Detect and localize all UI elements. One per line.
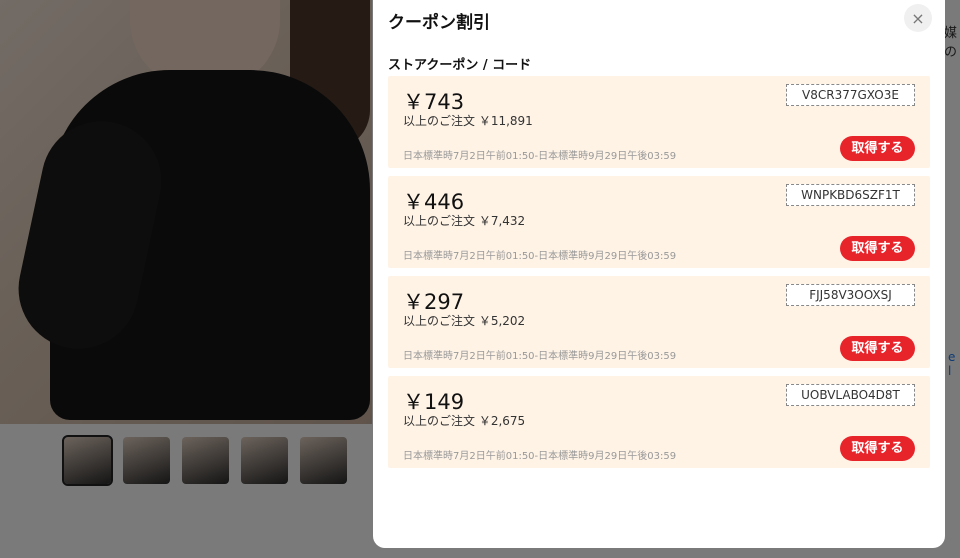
get-coupon-button[interactable]: 取得する [840, 336, 915, 361]
coupon-code[interactable]: UOBVLABO4D8T [786, 384, 915, 406]
coupon-validity: 日本標準時7月2日午前01:50-日本標準時9月29日午後03:59 [403, 151, 677, 162]
coupon-list: ￥743 以上のご注文 ￥11,891 日本標準時7月2日午前01:50-日本標… [388, 76, 930, 476]
coupon-card: ￥149 以上のご注文 ￥2,675 日本標準時7月2日午前01:50-日本標準… [388, 376, 930, 468]
coupon-condition: 以上のご注文 ￥2,675 [403, 414, 526, 428]
modal-title: クーポン割引 [388, 13, 490, 33]
get-coupon-button[interactable]: 取得する [840, 436, 915, 461]
coupon-validity: 日本標準時7月2日午前01:50-日本標準時9月29日午後03:59 [403, 351, 677, 362]
coupon-card: ￥297 以上のご注文 ￥5,202 日本標準時7月2日午前01:50-日本標準… [388, 276, 930, 368]
section-label: ストアクーポン / コード [388, 58, 532, 73]
coupon-condition: 以上のご注文 ￥5,202 [403, 314, 526, 328]
coupon-card: ￥446 以上のご注文 ￥7,432 日本標準時7月2日午前01:50-日本標準… [388, 176, 930, 268]
close-icon[interactable]: × [904, 4, 932, 32]
coupon-condition: 以上のご注文 ￥11,891 [403, 114, 533, 128]
coupon-code[interactable]: V8CR377GXO3E [786, 84, 915, 106]
coupon-validity: 日本標準時7月2日午前01:50-日本標準時9月29日午後03:59 [403, 251, 677, 262]
get-coupon-button[interactable]: 取得する [840, 136, 915, 161]
coupon-validity: 日本標準時7月2日午前01:50-日本標準時9月29日午後03:59 [403, 451, 677, 462]
coupon-modal: クーポン割引 × ストアクーポン / コード ￥743 以上のご注文 ￥11,8… [373, 0, 945, 548]
coupon-code[interactable]: FJJ58V3OOXSJ [786, 284, 915, 306]
coupon-code[interactable]: WNPKBD6SZF1T [786, 184, 915, 206]
get-coupon-button[interactable]: 取得する [840, 236, 915, 261]
coupon-condition: 以上のご注文 ￥7,432 [403, 214, 526, 228]
coupon-card: ￥743 以上のご注文 ￥11,891 日本標準時7月2日午前01:50-日本標… [388, 76, 930, 168]
